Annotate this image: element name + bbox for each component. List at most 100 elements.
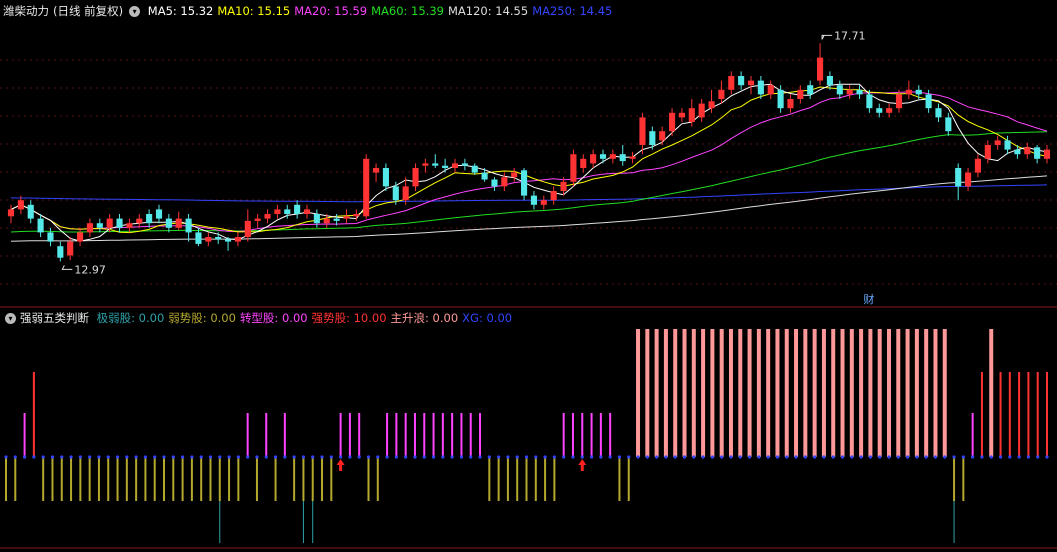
xg-dot — [803, 455, 807, 459]
xg-dot — [608, 455, 612, 459]
xg-dot — [50, 455, 55, 459]
xg-dot — [692, 455, 696, 459]
xg-dot — [524, 455, 529, 459]
indicator-bars[interactable] — [4, 329, 1049, 543]
price-annotations: 17.71 12.97 财 — [61, 29, 874, 306]
candle-body — [807, 85, 814, 95]
candle-body — [274, 209, 281, 214]
xg-dot — [1026, 455, 1031, 459]
xg-dot — [97, 455, 101, 459]
candle-body — [244, 220, 251, 237]
candle-body — [935, 108, 942, 118]
candle-body — [955, 168, 962, 187]
high-pointer — [821, 34, 833, 40]
candle-body — [451, 163, 459, 168]
xg-dot — [915, 455, 919, 459]
xg-dot — [78, 455, 82, 459]
candle-body — [767, 85, 774, 95]
xg-dot — [878, 455, 882, 459]
moving-average-lines — [10, 83, 1048, 242]
candle-body — [609, 154, 616, 159]
candle-body — [382, 168, 389, 187]
candle-body — [817, 57, 824, 81]
candle-body — [67, 241, 74, 256]
xg-dot — [868, 455, 873, 459]
xg-dot — [831, 455, 835, 459]
candle-body — [155, 209, 163, 219]
xg-dot — [301, 455, 306, 459]
low-pointer — [61, 265, 73, 270]
candle-body — [639, 117, 646, 145]
candle-body — [570, 154, 577, 182]
xg-dot — [822, 455, 826, 459]
candle-body — [757, 80, 764, 95]
xg-dot — [115, 455, 120, 459]
xg-dot — [980, 455, 984, 459]
candle-body — [826, 76, 833, 86]
xg-dot — [766, 455, 770, 459]
candle-body — [471, 165, 478, 173]
candle-body — [876, 108, 883, 113]
candle-body — [303, 209, 311, 214]
candle-body — [560, 181, 567, 191]
candle-body — [422, 163, 429, 166]
xg-dot — [41, 455, 45, 459]
xg-dot — [60, 455, 64, 459]
xg-dot — [264, 455, 268, 459]
candle-body — [225, 239, 232, 242]
candle-body — [530, 195, 537, 205]
candle-body — [945, 117, 952, 132]
xg-dot — [153, 455, 157, 459]
candle-body — [728, 76, 735, 90]
candle-body — [136, 218, 143, 224]
candle-body — [787, 99, 794, 109]
candle-body — [905, 89, 912, 95]
candle-body — [491, 179, 498, 187]
xg-dot — [636, 455, 640, 459]
candle-body — [234, 237, 241, 242]
xg-dot — [339, 455, 343, 459]
xg-dot — [171, 455, 175, 459]
xg-dot — [655, 455, 659, 459]
candle-body — [688, 108, 695, 122]
candle-body — [343, 216, 350, 219]
candle-body — [718, 89, 725, 99]
candle-body — [195, 232, 202, 244]
candle-body — [1014, 149, 1021, 155]
xg-dot — [682, 455, 687, 459]
xg-dot — [143, 455, 148, 459]
candle-body — [7, 209, 15, 217]
xg-dot — [989, 455, 993, 459]
xg-dot — [441, 455, 445, 459]
candle-body — [205, 237, 212, 242]
xg-dot — [552, 455, 556, 459]
xg-dot — [13, 455, 17, 459]
chart-canvas[interactable]: 17.71 12.97 财 — [0, 0, 1057, 552]
xg-dot — [236, 455, 240, 459]
xg-dot — [497, 455, 501, 459]
candle-body — [47, 232, 54, 242]
xg-dot — [905, 455, 910, 459]
xg-dot — [729, 455, 733, 459]
candle-body — [994, 140, 1001, 145]
candle-body — [590, 154, 597, 164]
event-marker-label[interactable]: 财 — [863, 292, 874, 306]
xg-dot — [357, 455, 361, 459]
xg-dot — [506, 455, 510, 459]
xg-dot — [887, 455, 891, 459]
xg-dot — [933, 455, 938, 459]
xg-dot — [757, 455, 761, 459]
candle-body — [678, 112, 685, 118]
xg-dot — [227, 455, 231, 459]
xg-dot — [961, 455, 965, 459]
xg-dot — [329, 455, 333, 459]
xg-dot — [69, 455, 73, 459]
xg-dot — [645, 455, 649, 459]
candle-body — [629, 156, 636, 159]
xg-dot — [673, 455, 677, 459]
xg-dot — [710, 455, 714, 459]
xg-dot — [840, 455, 845, 459]
candle-body — [215, 237, 222, 240]
candle-body — [17, 200, 24, 210]
candlesticks[interactable] — [7, 43, 1051, 262]
